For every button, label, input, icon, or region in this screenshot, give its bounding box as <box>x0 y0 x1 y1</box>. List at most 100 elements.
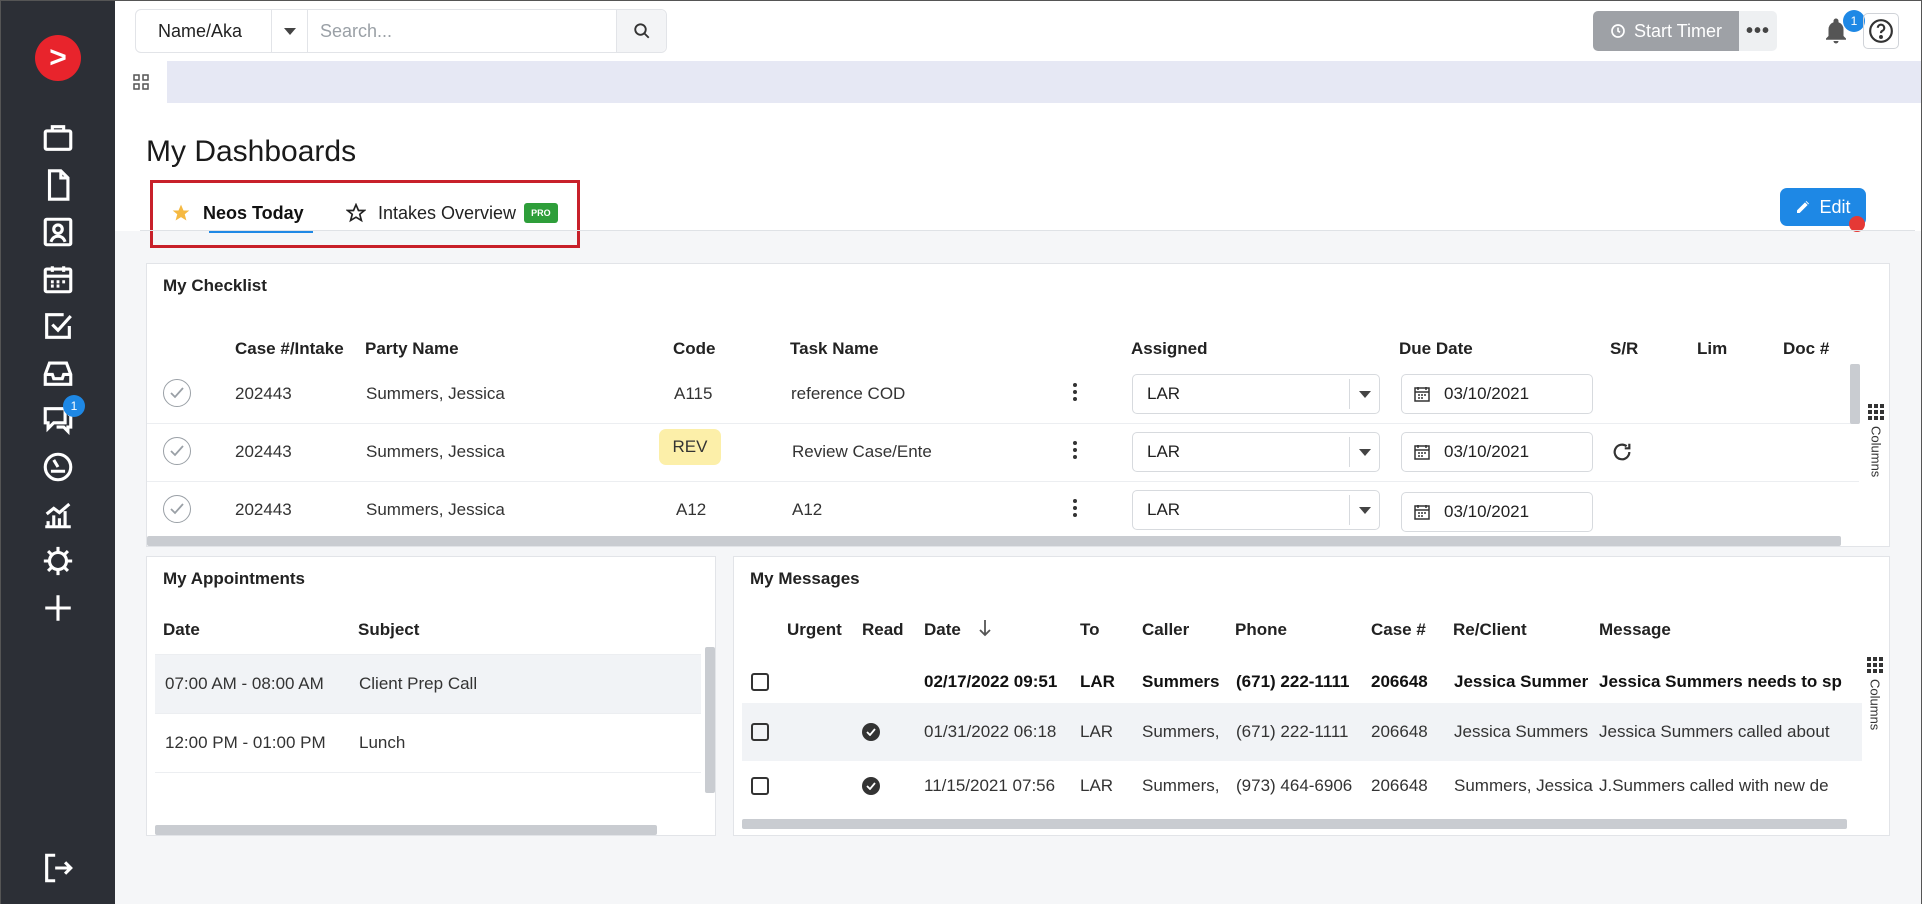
kebab-menu-icon[interactable] <box>1072 499 1078 517</box>
column-header[interactable]: Read <box>862 620 904 640</box>
vertical-scrollbar[interactable] <box>705 647 715 793</box>
message-case: 206648 <box>1371 672 1428 691</box>
task-name[interactable]: reference COD <box>791 384 941 404</box>
recurring-icon[interactable] <box>1611 441 1633 468</box>
checkbox-icon[interactable] <box>39 307 77 345</box>
column-header[interactable]: Message <box>1599 620 1671 640</box>
message-case: 206648 <box>1371 776 1428 795</box>
due-date-field[interactable]: 03/10/2021 <box>1401 432 1593 472</box>
list-item[interactable]: 12:00 PM - 01:00 PM Lunch <box>155 714 701 772</box>
assigned-select[interactable]: LAR <box>1132 490 1380 530</box>
task-name[interactable]: Review Case/Ente <box>792 442 942 462</box>
more-options-icon[interactable]: ••• <box>1739 11 1777 51</box>
assigned-select[interactable]: LAR <box>1132 432 1380 472</box>
column-header[interactable]: Date <box>163 620 200 640</box>
complete-check-icon[interactable] <box>163 379 191 407</box>
columns-panel-toggle[interactable]: Columns <box>1864 657 1886 730</box>
horizontal-scrollbar[interactable] <box>147 536 1841 546</box>
column-header[interactable]: To <box>1080 620 1100 640</box>
vertical-scrollbar[interactable] <box>1850 364 1860 424</box>
chevron-down-icon[interactable] <box>271 10 307 52</box>
start-timer-button[interactable]: Start Timer <box>1593 11 1739 51</box>
notification-badge: 1 <box>1843 10 1865 32</box>
column-header[interactable]: Task Name <box>790 339 879 359</box>
table-row[interactable]: 01/31/2022 06:18 PI LAR Summers, (671) 2… <box>742 703 1862 761</box>
star-outline-icon[interactable] <box>346 203 366 223</box>
due-date-field[interactable]: 03/10/2021 <box>1401 492 1593 532</box>
chevron-down-icon[interactable] <box>1349 495 1379 525</box>
column-header[interactable]: Subject <box>358 620 419 640</box>
help-icon[interactable] <box>1863 13 1899 49</box>
complete-check-icon[interactable] <box>163 495 191 523</box>
party-name[interactable]: Summers, Jessica <box>366 384 505 404</box>
chevron-down-icon[interactable] <box>1349 379 1379 409</box>
star-filled-icon[interactable] <box>171 203 191 223</box>
party-name[interactable]: Summers, Jessica <box>366 500 505 520</box>
list-item[interactable]: 07:00 AM - 08:00 AM Client Prep Call <box>155 655 701 713</box>
due-date-field[interactable]: 03/10/2021 <box>1401 374 1593 414</box>
column-header[interactable]: Re/Client <box>1453 620 1527 640</box>
app-logo[interactable]: > <box>35 35 81 81</box>
column-header[interactable]: Date <box>924 620 961 640</box>
urgent-checkbox[interactable] <box>751 673 769 691</box>
columns-grid-icon[interactable] <box>1867 657 1883 673</box>
kebab-menu-icon[interactable] <box>1072 383 1078 401</box>
briefcase-icon[interactable] <box>39 119 77 157</box>
sidebar: > 1 <box>1 1 115 904</box>
inbox-icon[interactable] <box>39 354 77 392</box>
urgent-checkbox[interactable] <box>751 777 769 795</box>
kebab-menu-icon[interactable] <box>1072 441 1078 459</box>
column-header[interactable]: Doc # <box>1783 339 1829 359</box>
appointments-title: My Appointments <box>163 569 305 588</box>
column-header[interactable]: Party Name <box>365 339 459 359</box>
chevron-down-icon[interactable] <box>1349 437 1379 467</box>
search-icon[interactable] <box>616 10 666 52</box>
search-input[interactable] <box>308 10 616 52</box>
grid-icon[interactable] <box>115 61 167 103</box>
column-header[interactable]: Assigned <box>1131 339 1208 359</box>
calendar-icon[interactable] <box>1414 444 1430 460</box>
calendar-icon[interactable] <box>39 260 77 298</box>
page-title: My Dashboards <box>146 135 357 168</box>
sort-arrow-down-icon[interactable] <box>978 619 992 642</box>
contact-icon[interactable] <box>39 213 77 251</box>
column-header[interactable]: Lim <box>1697 339 1727 359</box>
document-icon[interactable] <box>39 166 77 204</box>
column-header[interactable]: Code <box>673 339 716 359</box>
urgent-checkbox[interactable] <box>751 723 769 741</box>
party-name[interactable]: Summers, Jessica <box>366 442 505 462</box>
gear-icon[interactable] <box>39 542 77 580</box>
dashboard-tabs: Neos Today Intakes Overview PRO <box>150 180 580 248</box>
gauge-icon[interactable] <box>39 448 77 486</box>
table-row[interactable]: 11/15/2021 07:56 PM LAR Summers, (973) 4… <box>742 761 1862 815</box>
horizontal-scrollbar[interactable] <box>742 819 1847 829</box>
assigned-select[interactable]: LAR <box>1132 374 1380 414</box>
calendar-icon[interactable] <box>1414 386 1430 402</box>
task-name[interactable]: A12 <box>792 500 942 520</box>
case-number[interactable]: 202443 <box>235 500 292 520</box>
columns-panel-toggle[interactable]: Columns <box>1865 404 1887 477</box>
case-number[interactable]: 202443 <box>235 442 292 462</box>
horizontal-scrollbar[interactable] <box>155 825 657 835</box>
chart-icon[interactable] <box>39 495 77 533</box>
case-number[interactable]: 202443 <box>235 384 292 404</box>
column-header[interactable]: Due Date <box>1399 339 1473 359</box>
plus-icon[interactable] <box>39 589 77 627</box>
tab-neos-today[interactable]: Neos Today <box>171 197 304 229</box>
message-date: 01/31/2022 06:18 PI <box>924 722 1058 741</box>
column-header[interactable]: Case #/Intake <box>235 339 344 359</box>
column-header[interactable]: Phone <box>1235 620 1287 640</box>
column-header[interactable]: Urgent <box>787 620 842 640</box>
columns-grid-icon[interactable] <box>1868 404 1884 420</box>
tab-intakes-overview[interactable]: Intakes Overview PRO <box>346 197 558 229</box>
assigned-value: LAR <box>1147 384 1181 403</box>
message-caller: Summers, <box>1142 722 1220 741</box>
column-header[interactable]: Case # <box>1371 620 1426 640</box>
message-text: Jessica Summers needs to sp <box>1599 672 1842 691</box>
column-header[interactable]: S/R <box>1610 339 1638 359</box>
logout-icon[interactable] <box>39 849 77 887</box>
search-type-select[interactable]: Name/Aka <box>136 10 308 52</box>
complete-check-icon[interactable] <box>163 437 191 465</box>
calendar-icon[interactable] <box>1414 504 1430 520</box>
column-header[interactable]: Caller <box>1142 620 1189 640</box>
